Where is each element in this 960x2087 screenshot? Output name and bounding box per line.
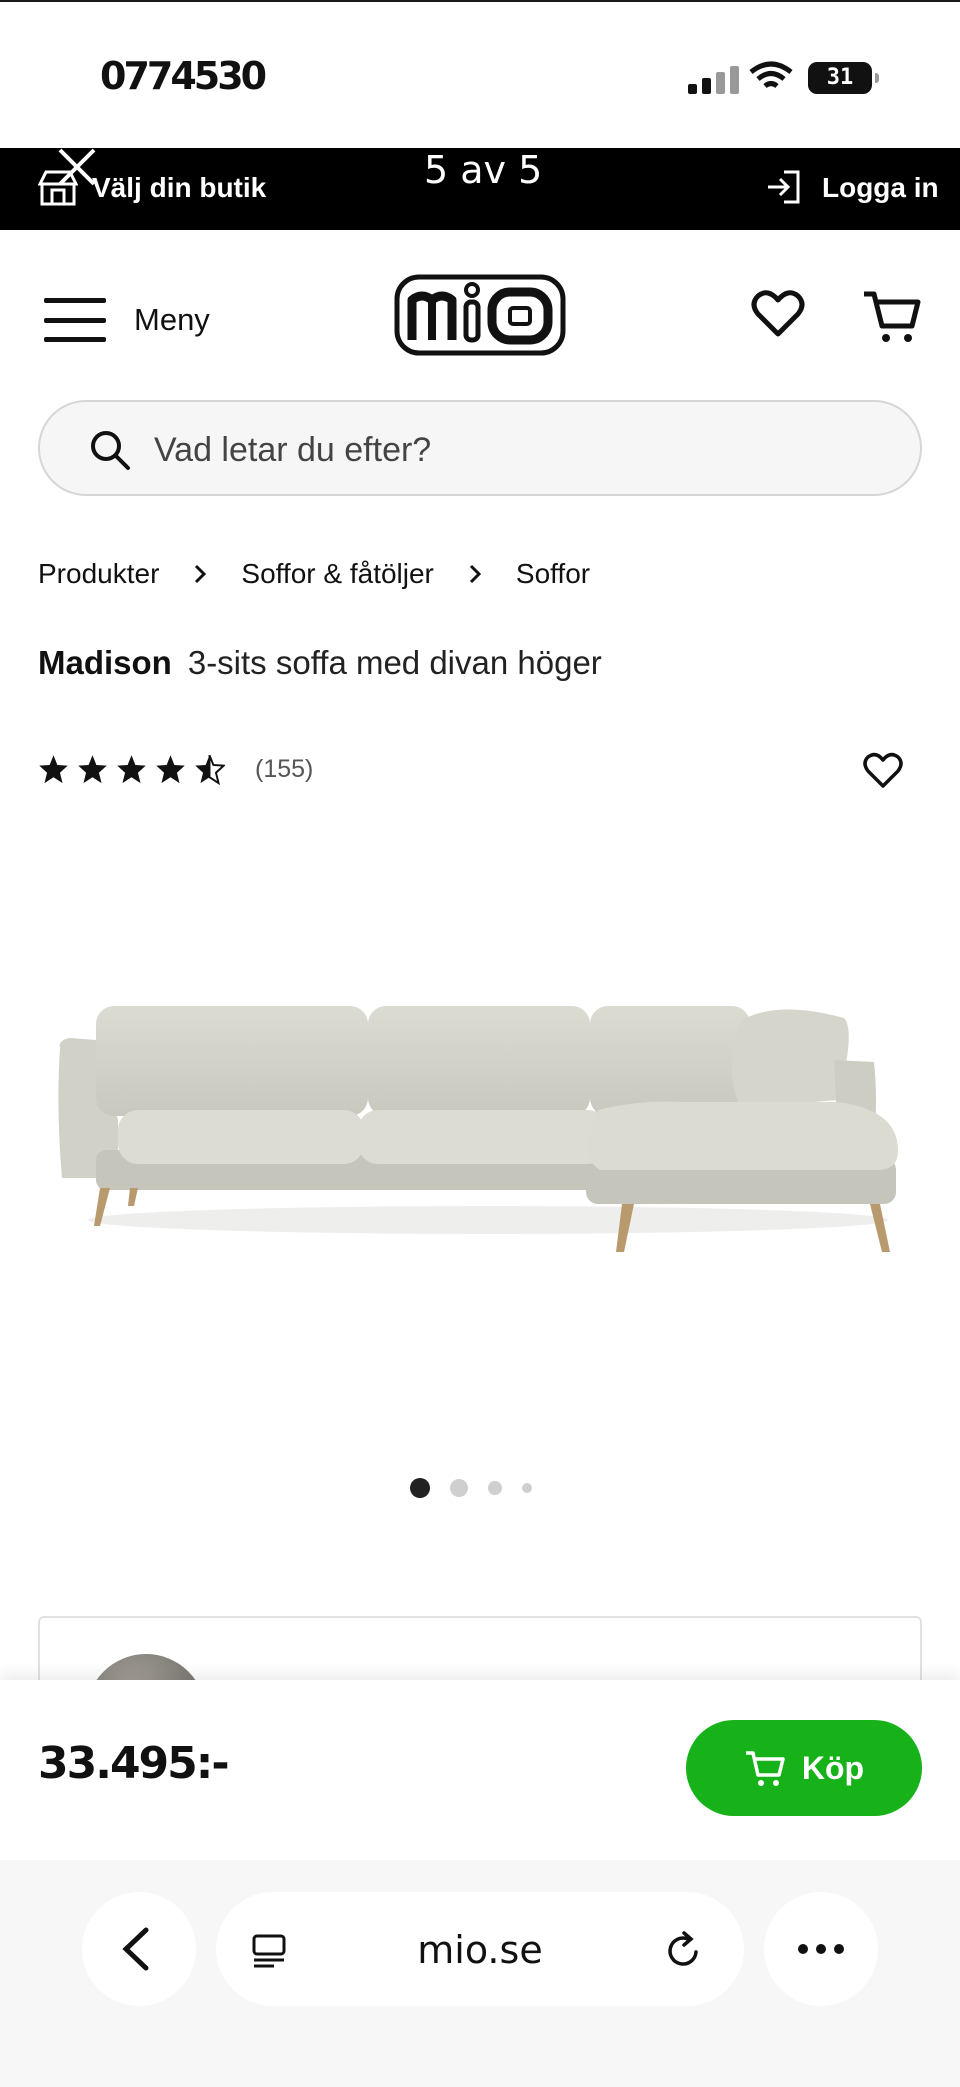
product-rating[interactable]: (155): [38, 754, 313, 785]
carousel-dots: [410, 1478, 532, 1498]
choose-store-link[interactable]: Välj din butik: [92, 172, 266, 204]
site-header: Meny: [0, 230, 960, 390]
product-description: 3-sits soffa med divan höger: [187, 644, 602, 681]
review-count: (155): [255, 755, 314, 783]
buy-button[interactable]: Köp: [686, 1720, 922, 1816]
search-icon: [91, 431, 130, 470]
breadcrumb-products[interactable]: Produkter: [38, 558, 159, 590]
login-icon[interactable]: [764, 168, 802, 206]
half-star-icon: [195, 754, 225, 785]
sofa-image[interactable]: [38, 960, 918, 1290]
star-icon: [156, 755, 185, 784]
browser-bar: mio.se: [0, 1860, 960, 2087]
menu-button[interactable]: Meny: [44, 292, 224, 348]
menu-label: Meny: [134, 302, 210, 337]
chevron-left-icon: [122, 1927, 149, 1971]
battery-icon: 31: [808, 62, 879, 94]
top-bar: Välj din butik 5 av 5 Logga in: [0, 148, 960, 230]
breadcrumb-sofas[interactable]: Soffor: [516, 558, 590, 590]
buy-bar: 33.495:- Köp: [0, 1680, 960, 1860]
signal-icon: [688, 64, 739, 94]
star-icon: [78, 755, 107, 784]
buy-button-label: Köp: [801, 1749, 865, 1786]
status-time: 0774530: [100, 54, 267, 98]
reload-icon[interactable]: [664, 1930, 704, 1970]
status-bar: 0774530 31: [0, 0, 960, 148]
search-bar[interactable]: [38, 400, 922, 496]
chevron-right-icon: [195, 564, 207, 584]
star-icon: [117, 755, 146, 784]
address-bar[interactable]: mio.se: [216, 1892, 744, 2006]
product-brand: Madison: [38, 644, 172, 681]
cart-icon: [745, 1751, 785, 1786]
breadcrumb: Produkter Soffor & fåtöljer Soffor: [38, 558, 590, 590]
search-input[interactable]: [154, 420, 854, 480]
hamburger-icon: [44, 298, 106, 342]
close-icon[interactable]: [54, 148, 100, 188]
image-counter: 5 av 5: [424, 148, 543, 192]
carousel-dot[interactable]: [488, 1481, 502, 1495]
cart-icon[interactable]: [862, 286, 922, 346]
back-button[interactable]: [82, 1892, 196, 2006]
more-icon: [798, 1944, 844, 1954]
product-favorite-heart-icon[interactable]: [862, 750, 904, 790]
carousel-dot[interactable]: [522, 1483, 532, 1493]
carousel-dot[interactable]: [450, 1479, 468, 1497]
product-title: Madison 3-sits soffa med divan höger: [38, 644, 602, 682]
product-price: 33.495:-: [38, 1738, 230, 1789]
login-link[interactable]: Logga in: [822, 172, 939, 204]
rating-stars: [38, 754, 225, 785]
chevron-right-icon: [469, 564, 482, 584]
breadcrumb-sofas-armchairs[interactable]: Soffor & fåtöljer: [241, 558, 433, 590]
more-button[interactable]: [764, 1892, 878, 2006]
carousel-dot[interactable]: [410, 1478, 430, 1498]
favorites-heart-icon[interactable]: [750, 286, 806, 342]
mio-logo[interactable]: [394, 274, 566, 356]
star-icon: [39, 755, 68, 784]
wifi-icon: [749, 61, 793, 89]
